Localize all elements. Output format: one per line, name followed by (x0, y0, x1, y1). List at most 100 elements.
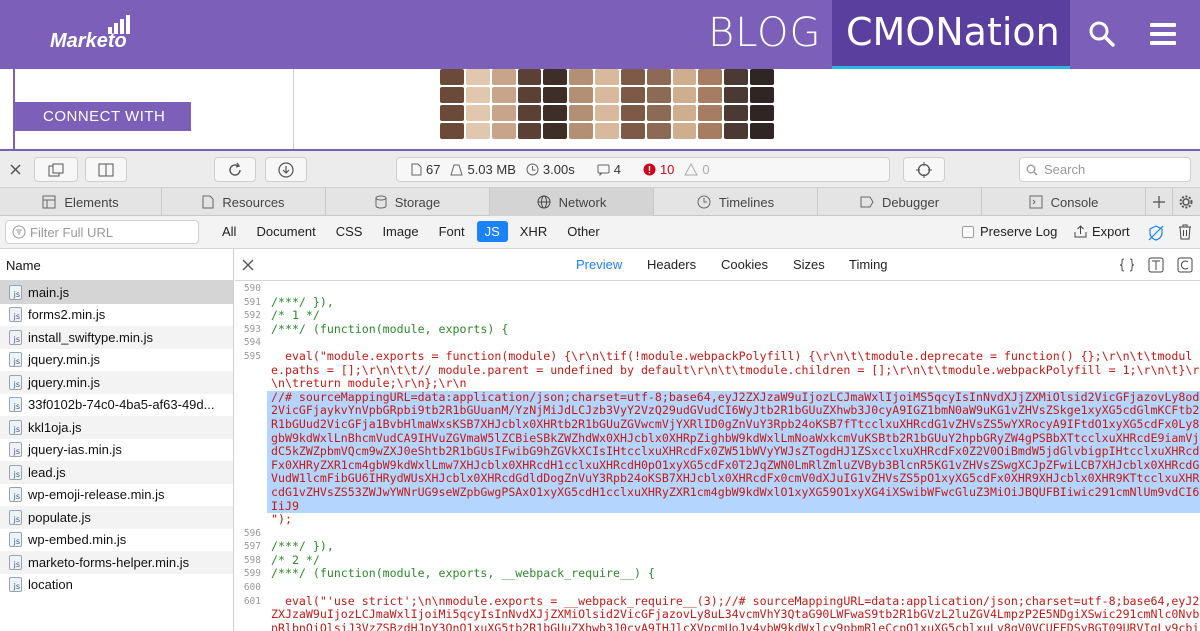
add-tab-button[interactable] (1146, 188, 1172, 216)
filter-type-other[interactable]: Other (559, 221, 608, 242)
file-list-item[interactable]: js install_swiftype.min.js (0, 326, 233, 349)
connect-with-us-button[interactable]: CONNECT WITH US (15, 102, 191, 154)
js-file-icon: js (9, 554, 22, 570)
requests-stat: 67 (411, 162, 440, 177)
js-file-icon: js (9, 329, 22, 345)
export-label: Export (1092, 224, 1130, 239)
tab-storage[interactable]: Storage (326, 188, 490, 216)
person-photo (698, 105, 723, 121)
settings-button[interactable] (1172, 188, 1198, 216)
search-icon[interactable] (1088, 20, 1116, 48)
tab-console[interactable]: Console (982, 188, 1146, 216)
file-list-item[interactable]: js lead.js (0, 461, 233, 484)
person-photo (646, 123, 671, 139)
close-icon[interactable] (242, 259, 254, 271)
tab-elements[interactable]: Elements (0, 188, 162, 216)
detail-tab-preview[interactable]: Preview (576, 257, 622, 272)
code-line: 596 (235, 527, 1200, 541)
export-button[interactable]: Export (1074, 224, 1130, 239)
undock-button[interactable] (34, 157, 78, 182)
logs-count: 4 (613, 162, 621, 177)
tab-network[interactable]: Network (490, 188, 654, 216)
inspector-search-input[interactable]: Search (1019, 157, 1191, 182)
name-column-header[interactable]: Name (0, 249, 233, 281)
filter-type-css[interactable]: CSS (328, 221, 371, 242)
blog-link[interactable]: BLOG (708, 10, 822, 56)
detail-tab-cookies[interactable]: Cookies (721, 257, 768, 272)
cmonation-link[interactable]: CMONation (832, 0, 1070, 69)
filter-type-js[interactable]: JS (476, 221, 508, 242)
file-list-item[interactable]: js wp-embed.min.js (0, 529, 233, 552)
code-preview[interactable]: 590 591 /***/ }), 592 /* 1 */ 593 /***/ (funct… (235, 282, 1200, 631)
dock-side-button[interactable] (85, 157, 127, 182)
filter-type-image[interactable]: Image (374, 221, 426, 242)
code-line: 598 /* 2 */ (235, 553, 1200, 568)
format-code-icon[interactable] (1119, 257, 1135, 273)
close-icon[interactable] (10, 164, 21, 175)
js-file-icon: js (9, 307, 22, 323)
tab-resources[interactable]: Resources (162, 188, 326, 216)
inspector-tab-bar: Elements Resources Storage Network Timel… (0, 188, 1200, 216)
file-list-item[interactable]: js 33f0102b-74c0-4ba5-af63-49d... (0, 394, 233, 417)
code-line: 597 /***/ }), (235, 540, 1200, 554)
download-button[interactable] (265, 157, 307, 182)
hamburger-menu-icon[interactable] (1150, 22, 1176, 46)
disable-cache-icon[interactable] (1148, 225, 1164, 241)
file-name: location (28, 577, 73, 593)
file-list-item[interactable]: js jquery-ias.min.js (0, 439, 233, 462)
person-photo (543, 87, 568, 103)
file-list-item[interactable]: js marketo-forms-helper.min.js (0, 551, 233, 574)
file-name: populate.js (28, 509, 91, 525)
debugger-icon (860, 196, 874, 208)
filter-type-document[interactable]: Document (248, 221, 323, 242)
copy-icon[interactable] (1177, 257, 1193, 273)
js-file-icon: js (9, 397, 22, 413)
response-preview-pane: Preview Headers Cookies Sizes Timing 590… (235, 249, 1200, 631)
detail-tab-sizes[interactable]: Sizes (793, 257, 825, 272)
filter-type-xhr[interactable]: XHR (512, 221, 555, 242)
file-list-item[interactable]: js kkl1oja.js (0, 416, 233, 439)
inspect-element-button[interactable] (903, 157, 945, 182)
file-list-item[interactable]: js populate.js (0, 506, 233, 529)
file-list-item[interactable]: js main.js (0, 281, 233, 304)
search-placeholder: Search (1044, 162, 1086, 177)
code-line: //# sourceMappingURL=data:application/js… (235, 390, 1200, 514)
detail-tab-timing[interactable]: Timing (849, 257, 888, 272)
line-content: eval("'use strict';\n\nmodule.exports = … (271, 593, 1200, 631)
line-number: 594 (243, 337, 261, 349)
preserve-log-checkbox[interactable] (962, 225, 974, 238)
file-list-item[interactable]: js jquery.min.js (0, 371, 233, 394)
file-name: lead.js (28, 464, 66, 480)
log-icon (597, 164, 610, 176)
preserve-log-toggle[interactable]: Preserve Log (962, 224, 1057, 239)
file-list-item[interactable]: js wp-emoji-release.min.js (0, 484, 233, 507)
reload-button[interactable] (214, 157, 256, 182)
filter-type-font[interactable]: Font (431, 221, 473, 242)
person-photo (620, 69, 645, 85)
filter-url-input[interactable]: Filter Full URL (5, 220, 199, 244)
file-name: install_swiftype.min.js (28, 329, 153, 345)
tab-label: Network (558, 194, 607, 210)
error-icon (643, 163, 656, 176)
warnings-stat[interactable]: 0 (684, 162, 710, 177)
file-name: marketo-forms-helper.min.js (28, 554, 190, 570)
hero-banner: CONNECT WITH US (0, 69, 1200, 154)
tab-label: Debugger (881, 194, 940, 210)
file-list-item[interactable]: js jquery.min.js (0, 349, 233, 372)
trash-icon[interactable] (1178, 224, 1192, 240)
person-photo (569, 69, 594, 85)
person-photo (646, 87, 671, 103)
file-list-item[interactable]: js location (0, 574, 233, 597)
errors-stat[interactable]: 10 (643, 162, 674, 177)
person-photo (620, 123, 645, 139)
person-photo (750, 105, 774, 121)
tab-debugger[interactable]: Debugger (818, 188, 982, 216)
filter-type-all[interactable]: All (214, 221, 244, 242)
logs-stat[interactable]: 4 (597, 162, 621, 177)
tab-timelines[interactable]: Timelines (654, 188, 818, 216)
file-list-item[interactable]: js forms2.min.js (0, 304, 233, 327)
person-photo (543, 69, 568, 85)
text-view-icon[interactable] (1148, 257, 1164, 273)
detail-tab-headers[interactable]: Headers (647, 257, 696, 272)
request-list: Name js main.js js forms2.min.js js install_s… (0, 249, 234, 631)
